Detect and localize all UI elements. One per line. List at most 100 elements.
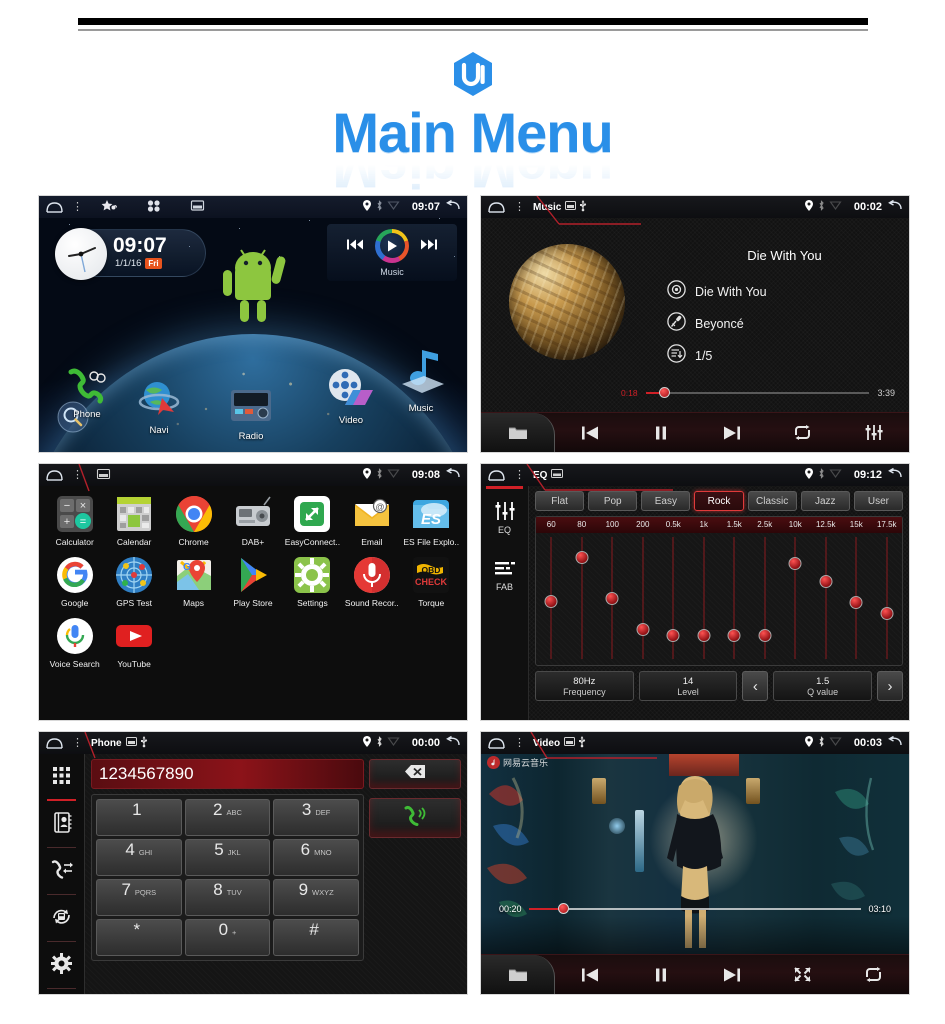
eq-slider-12.5k[interactable] xyxy=(811,533,842,665)
status-bar[interactable]: ⋮ Video 00:03 xyxy=(481,732,909,754)
app-shortcut-radio[interactable]: Radio xyxy=(221,386,281,442)
statusbar-shortcuts[interactable] xyxy=(101,199,205,215)
sidebar-item-fab[interactable]: FAB xyxy=(481,547,528,605)
eq-slider-2.5k[interactable] xyxy=(750,533,781,665)
equalizer-button[interactable] xyxy=(838,425,909,440)
favorites-star-icon[interactable] xyxy=(101,199,117,215)
home-icon[interactable] xyxy=(488,201,506,213)
app-grid[interactable]: − × + = Calculator Calendar Chrome DAB+ … xyxy=(39,486,467,720)
file-browser-button[interactable] xyxy=(481,412,555,452)
app-icon-email[interactable]: @ Email xyxy=(342,494,401,547)
file-browser-button[interactable] xyxy=(481,954,555,994)
video-player-screen[interactable]: ⋮ Video 00:03 网易云音乐 00:20 03:10 xyxy=(480,731,910,995)
repeat-button[interactable] xyxy=(767,425,838,440)
back-arrow-icon[interactable] xyxy=(445,735,460,750)
previous-button[interactable] xyxy=(555,426,626,440)
app-icon-easyconnect[interactable]: EasyConnect.. xyxy=(283,494,342,547)
eq-slider-15k[interactable] xyxy=(841,533,872,665)
eq-parameter-row[interactable]: 80Hz Frequency 14 Level ‹ 1.5 Q value › xyxy=(535,671,904,701)
pause-button[interactable] xyxy=(626,426,697,440)
playback-progress[interactable]: 0:18 3:39 xyxy=(621,387,895,398)
app-icon-google[interactable]: Google xyxy=(45,555,104,608)
eq-slider-handle[interactable] xyxy=(788,556,802,570)
key-8[interactable]: 8 TUV xyxy=(184,879,271,916)
app-icon-play-store[interactable]: Play Store xyxy=(223,555,282,608)
home-icon[interactable] xyxy=(488,469,506,481)
apps-grid-icon[interactable] xyxy=(147,199,161,215)
eq-preset-pop[interactable]: Pop xyxy=(588,491,638,511)
key-1[interactable]: 1 xyxy=(96,799,182,836)
eq-slider-1k[interactable] xyxy=(689,533,720,665)
video-surface[interactable]: 00:20 03:10 xyxy=(481,754,909,958)
key-9[interactable]: 9 WXYZ xyxy=(273,879,359,916)
sidebar-item-eq[interactable]: EQ xyxy=(481,489,528,547)
play-icon[interactable] xyxy=(375,228,409,263)
app-shortcut-video[interactable]: Video xyxy=(321,368,381,426)
eq-frequency-field[interactable]: 80Hz Frequency xyxy=(535,671,634,701)
chevron-right-icon[interactable]: › xyxy=(877,671,904,701)
status-bar[interactable]: ⋮ 09:07 xyxy=(39,196,467,218)
call-button[interactable] xyxy=(369,798,461,838)
app-drawer-screen[interactable]: ⋮ 09:08 − × + = Calculator Calendar Chro… xyxy=(38,463,468,721)
music-control-bar[interactable] xyxy=(481,412,909,452)
eq-slider-200[interactable] xyxy=(628,533,659,665)
app-shortcut-navi[interactable]: Navi xyxy=(129,380,189,436)
backspace-button[interactable] xyxy=(369,759,461,789)
home-icon[interactable] xyxy=(46,469,64,481)
video-control-bar[interactable] xyxy=(481,954,909,994)
progress-handle[interactable] xyxy=(558,903,570,914)
app-icon-calculator[interactable]: − × + = Calculator xyxy=(45,494,104,547)
app-shortcut-music[interactable]: Music xyxy=(391,348,451,414)
overflow-menu-icon[interactable]: ⋮ xyxy=(72,202,83,213)
eq-slider-handle[interactable] xyxy=(727,629,741,643)
app-icon-gps-test[interactable]: GPS Test xyxy=(104,555,163,608)
eq-preset-classic[interactable]: Classic xyxy=(747,491,797,511)
eq-slider-handle[interactable] xyxy=(636,622,650,636)
sidebar-item-contacts[interactable] xyxy=(39,801,84,848)
key-star[interactable]: * xyxy=(96,919,182,956)
previous-track-icon[interactable] xyxy=(347,237,363,255)
sidebar-item-call-log[interactable] xyxy=(39,848,84,895)
overflow-menu-icon[interactable]: ⋮ xyxy=(72,470,83,481)
app-icon-settings[interactable]: Settings xyxy=(283,555,342,608)
back-arrow-icon[interactable] xyxy=(445,199,460,214)
eq-slider-handle[interactable] xyxy=(544,595,558,609)
progress-track[interactable] xyxy=(645,387,870,398)
key-7[interactable]: 7 PQRS xyxy=(96,879,182,916)
eq-level-field[interactable]: 14 Level xyxy=(638,671,738,701)
back-arrow-icon[interactable] xyxy=(887,467,902,482)
home-icon[interactable] xyxy=(488,737,506,749)
app-icon-dab[interactable]: DAB+ xyxy=(223,494,282,547)
eq-qvalue-field[interactable]: 1.5 Q value xyxy=(773,671,873,701)
eq-slider-1.5k[interactable] xyxy=(719,533,750,665)
eq-slider-handle[interactable] xyxy=(758,629,772,643)
eq-preset-flat[interactable]: Flat xyxy=(535,491,585,511)
dialer-panel[interactable]: 1234567890 1 2 ABC 3 DEF 4 GHI 5 JKL 6MN… xyxy=(85,754,467,994)
overflow-menu-icon[interactable]: ⋮ xyxy=(514,202,525,213)
repeat-button[interactable] xyxy=(838,967,909,982)
eq-slider-0.5k[interactable] xyxy=(658,533,689,665)
eq-slider-handle[interactable] xyxy=(880,606,894,620)
key-6[interactable]: 6 MNO xyxy=(273,839,359,876)
key-0[interactable]: 0 + xyxy=(184,919,271,956)
sidebar-item-settings[interactable] xyxy=(39,942,84,989)
eq-slider-handle[interactable] xyxy=(605,592,619,606)
key-3[interactable]: 3 DEF xyxy=(273,799,359,836)
screenshot-icon[interactable] xyxy=(96,468,111,482)
eq-sliders[interactable] xyxy=(536,533,902,665)
overflow-menu-icon[interactable]: ⋮ xyxy=(514,738,525,749)
eq-slider-handle[interactable] xyxy=(849,596,863,610)
eq-slider-handle[interactable] xyxy=(697,629,711,643)
pause-button[interactable] xyxy=(626,968,697,982)
next-button[interactable] xyxy=(697,968,768,982)
app-icon-calendar[interactable]: Calendar xyxy=(104,494,163,547)
progress-handle[interactable] xyxy=(658,387,670,398)
app-icon-es-file-explorer[interactable]: ES ES File Explo.. xyxy=(402,494,461,547)
eq-preset-row[interactable]: Flat Pop Easy Rock Classic Jazz User xyxy=(535,491,903,511)
eq-preset-user[interactable]: User xyxy=(853,491,903,511)
key-2[interactable]: 2 ABC xyxy=(184,799,271,836)
music-widget[interactable]: Music xyxy=(327,224,457,281)
video-progress[interactable]: 00:20 03:10 xyxy=(499,903,891,914)
keypad-row[interactable]: 1 2 ABC 3 DEF 4 GHI 5 JKL 6 MNO 7 PQRS 8 TUV 9W… xyxy=(91,794,461,961)
eq-slider-17.5k[interactable] xyxy=(872,533,903,665)
